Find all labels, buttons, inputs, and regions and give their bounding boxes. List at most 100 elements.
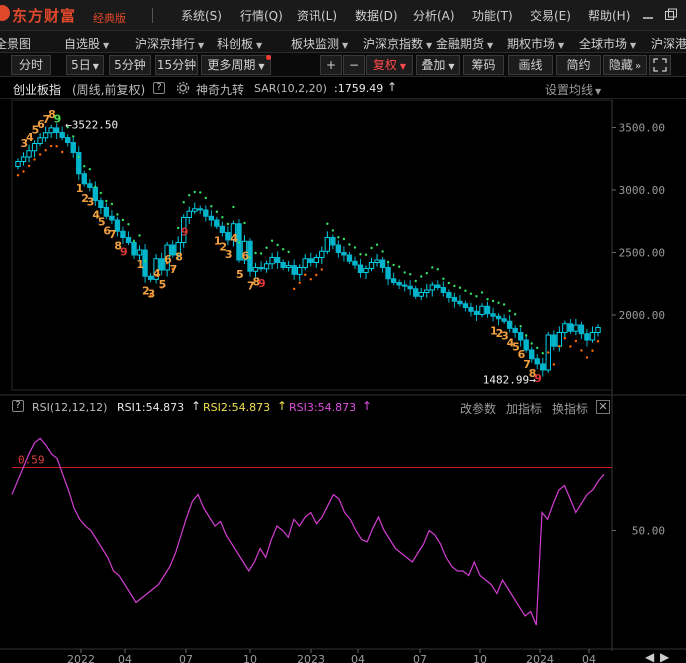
restore-icon[interactable] bbox=[664, 8, 678, 22]
candle-down bbox=[540, 363, 546, 371]
nav-index[interactable]: 沪深京指数 ▼ bbox=[363, 35, 432, 52]
menu-quotes[interactable]: 行情(Q) bbox=[240, 7, 283, 24]
fullscreen-button[interactable] bbox=[649, 55, 671, 75]
chips-button[interactable]: 筹码 bbox=[463, 55, 504, 75]
sar-dot-bear bbox=[491, 299, 495, 303]
nav-watchlist[interactable]: 自选股 ▼ bbox=[64, 35, 109, 52]
help-icon[interactable]: ? bbox=[12, 400, 24, 412]
candle-down bbox=[53, 127, 60, 133]
menu-functions[interactable]: 功能(T) bbox=[472, 7, 513, 24]
candle-up bbox=[319, 250, 325, 258]
sar-dot-bear bbox=[281, 248, 285, 251]
candle-up bbox=[324, 237, 331, 252]
period-5min-button[interactable]: 5分钟 bbox=[109, 55, 151, 75]
candle-up bbox=[15, 161, 21, 167]
sar-dot-bear bbox=[353, 246, 357, 249]
caret-down-icon: ▼ bbox=[198, 41, 205, 50]
nav-star-market[interactable]: 科创板 ▼ bbox=[217, 35, 262, 52]
menu-trade[interactable]: 交易(E) bbox=[530, 7, 571, 24]
simple-mode-button[interactable]: 简约 bbox=[556, 55, 601, 75]
candle-up bbox=[42, 132, 49, 139]
overlay-button[interactable]: 叠加 ▼ bbox=[416, 55, 460, 75]
sar-dot-bear bbox=[359, 253, 362, 256]
nav-financial-futures[interactable]: 金融期货 ▼ bbox=[436, 35, 493, 52]
x-tick-label: 2024 bbox=[526, 653, 554, 663]
sar-dot-bull bbox=[580, 349, 583, 352]
sar-dot-bear bbox=[502, 303, 506, 306]
nav-hk-connect[interactable]: 沪深港 bbox=[651, 35, 686, 52]
td-count-label: 9 bbox=[258, 277, 266, 290]
sar-dot-bear bbox=[425, 272, 428, 275]
menu-data[interactable]: 数据(D) bbox=[355, 7, 398, 24]
sar-dot-bull bbox=[563, 337, 567, 340]
sar-dot-bear bbox=[541, 352, 544, 355]
candle-down bbox=[357, 264, 364, 273]
sar-dot-bull bbox=[591, 349, 594, 352]
menu-help[interactable]: 帮助(H) bbox=[588, 7, 630, 24]
menu-news[interactable]: 资讯(L) bbox=[297, 7, 337, 24]
draw-line-button[interactable]: 画线 bbox=[508, 55, 553, 75]
sar-dot-bear bbox=[348, 243, 351, 246]
edit-params-button[interactable]: 改参数 bbox=[460, 400, 496, 417]
candle-up bbox=[302, 258, 308, 268]
candle-down bbox=[440, 287, 447, 293]
candle-up bbox=[363, 268, 369, 273]
candle-down bbox=[534, 358, 540, 365]
period-15min-button[interactable]: 15分钟 bbox=[155, 55, 198, 75]
sar-dot-bull bbox=[49, 144, 53, 148]
menu-analysis[interactable]: 分析(A) bbox=[413, 7, 455, 24]
adjust-button[interactable]: 复权 ▼ bbox=[366, 55, 413, 75]
hide-button[interactable]: 隐藏» bbox=[603, 55, 647, 75]
sar-dot-bull bbox=[552, 363, 556, 366]
nav-ranking[interactable]: 沪深京排行 ▼ bbox=[135, 35, 204, 52]
nav-panorama[interactable]: 全景图 bbox=[0, 35, 31, 52]
up-arrow-icon: ↑ bbox=[191, 399, 202, 413]
rsi3-line bbox=[11, 437, 605, 626]
axis-layer: 3500.00 3000.00 2500.00 2000.00 50.00 2022 04 0… bbox=[67, 122, 670, 663]
period-mode: (周线,前复权) bbox=[72, 83, 146, 97]
zoom-out-button[interactable]: − bbox=[343, 55, 365, 75]
caret-down-icon: ▼ bbox=[630, 41, 637, 50]
zoom-in-button[interactable]: + bbox=[320, 55, 342, 75]
market-nav-bar: 全景图 自选股 ▼ 沪深京排行 ▼ 科创板 ▼ 板块监测 ▼ 沪深京指数 ▼ 金融期货 ▼ … bbox=[0, 31, 686, 53]
y-tick-label: 2500.00 bbox=[619, 247, 665, 260]
sar-dot-bull bbox=[38, 153, 42, 156]
period-5day-button[interactable]: 5日 ▼ bbox=[66, 55, 104, 75]
ma-settings-button[interactable]: 设置均线 ▼ bbox=[545, 81, 601, 98]
td-count-label: 9 bbox=[120, 246, 128, 259]
candle-down bbox=[280, 262, 286, 268]
sar-dot-bear bbox=[370, 246, 373, 250]
candle-up bbox=[26, 150, 32, 158]
caret-down-icon: ▼ bbox=[595, 87, 602, 96]
rsi-reference-label: 0.59 bbox=[18, 454, 45, 467]
td-count-label: 1 bbox=[137, 258, 145, 271]
candle-down bbox=[203, 209, 209, 217]
switch-indicator-button[interactable]: 换指标 bbox=[552, 400, 588, 417]
sar-dot-bear bbox=[375, 243, 379, 246]
help-icon[interactable]: ? bbox=[153, 82, 165, 94]
more-periods-button[interactable]: 更多周期 ▼ bbox=[201, 55, 271, 75]
sar-dot-bear bbox=[458, 286, 462, 289]
x-tick-label: 2023 bbox=[297, 653, 325, 663]
menu-system[interactable]: 系统(S) bbox=[181, 7, 222, 24]
sar-dot-bear bbox=[386, 260, 390, 264]
add-indicator-button[interactable]: 加指标 bbox=[506, 400, 542, 417]
main-plot-frame bbox=[11, 99, 613, 391]
td-count-label: 3 bbox=[225, 248, 233, 261]
x-tick-label: 04 bbox=[582, 653, 596, 663]
sar-dot-bear bbox=[381, 250, 384, 253]
nav-sector-monitor[interactable]: 板块监测 ▼ bbox=[291, 35, 348, 52]
nav-global[interactable]: 全球市场 ▼ bbox=[579, 35, 636, 52]
close-icon[interactable]: ✕ bbox=[596, 400, 610, 414]
nav-options[interactable]: 期权市场 ▼ bbox=[507, 35, 564, 52]
sar-dot-bear bbox=[475, 295, 478, 298]
sar-dot-bear bbox=[193, 190, 196, 194]
sar-dot-bear bbox=[243, 221, 246, 225]
period-intraday-button[interactable]: 分时 bbox=[11, 55, 51, 75]
candle-down bbox=[495, 315, 502, 320]
chart-area[interactable]: 3456789123456789123456789123456789123456… bbox=[0, 99, 686, 663]
minimize-icon[interactable] bbox=[642, 9, 654, 21]
caret-down-icon: ▼ bbox=[399, 62, 407, 71]
candle-down bbox=[125, 237, 132, 243]
gear-icon[interactable] bbox=[176, 81, 190, 95]
